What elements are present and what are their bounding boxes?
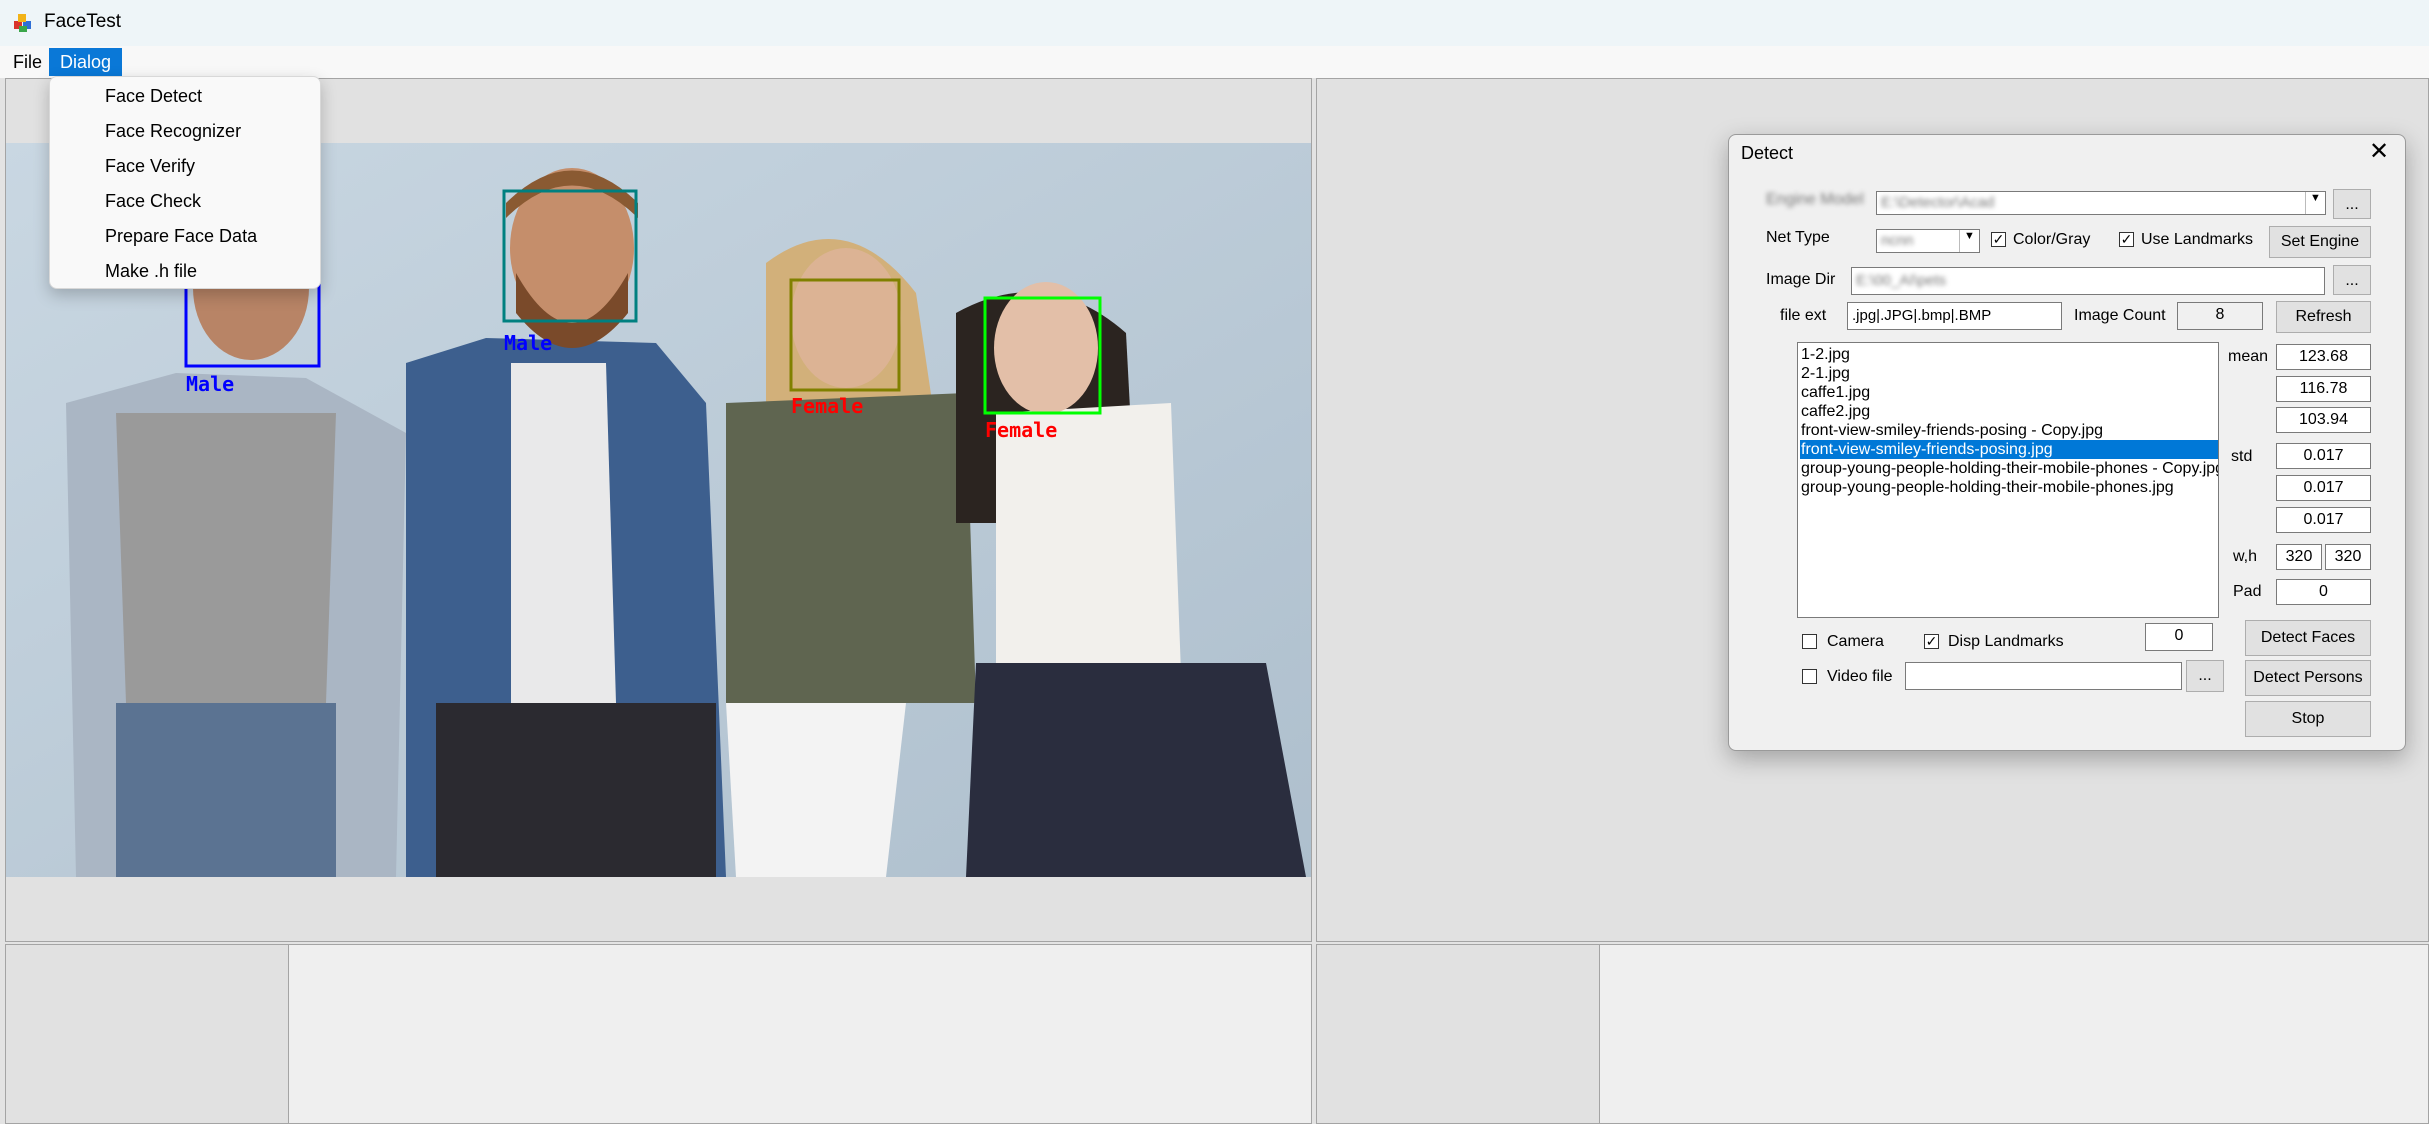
dialog-title: Detect bbox=[1741, 143, 1794, 163]
face-label-2: Male bbox=[504, 331, 552, 355]
engine-model-combo[interactable]: E:\Detector\Acad ▼ bbox=[1876, 191, 2326, 215]
title-bar bbox=[0, 0, 2429, 46]
menu-item-make-h-file[interactable]: Make .h file bbox=[105, 256, 197, 286]
mean-b-field[interactable]: 103.94 bbox=[2276, 407, 2371, 433]
info-pane-right bbox=[1600, 944, 2429, 1124]
list-item[interactable]: 1-2.jpg bbox=[1800, 345, 2218, 364]
file-ext-label: file ext bbox=[1780, 307, 1827, 324]
list-item[interactable]: caffe2.jpg bbox=[1800, 402, 2218, 421]
pad-label: Pad bbox=[2233, 583, 2262, 600]
use-landmarks-label: Use Landmarks bbox=[2141, 231, 2254, 248]
engine-model-value: E:\Detector\Acad bbox=[1881, 194, 1995, 211]
detect-persons-button[interactable]: Detect Persons bbox=[2245, 660, 2371, 696]
disp-landmarks-checkbox[interactable]: ✓ bbox=[1924, 634, 1939, 649]
face-label-3: Female bbox=[791, 394, 863, 418]
face-label-1: Male bbox=[186, 372, 234, 396]
detect-faces-button[interactable]: Detect Faces bbox=[2245, 620, 2371, 656]
image-count-label: Image Count bbox=[2074, 307, 2166, 324]
engine-model-browse-button[interactable]: ... bbox=[2333, 189, 2371, 219]
list-item-selected[interactable]: front-view-smiley-friends-posing.jpg bbox=[1800, 440, 2218, 459]
camera-index-field[interactable]: 0 bbox=[2145, 623, 2213, 651]
video-file-checkbox[interactable] bbox=[1802, 669, 1817, 684]
thumbnail-pane-right[interactable] bbox=[1316, 944, 1600, 1124]
std-g-field[interactable]: 0.017 bbox=[2276, 475, 2371, 501]
net-type-value: ncnn bbox=[1881, 232, 1914, 249]
use-landmarks-checkbox[interactable]: ✓ bbox=[2119, 232, 2134, 247]
pad-field[interactable]: 0 bbox=[2276, 579, 2371, 605]
dialog-menu-dropdown: Face Detect Face Recognizer Face Verify … bbox=[49, 76, 321, 289]
menu-file[interactable]: File bbox=[2, 48, 53, 76]
set-engine-button[interactable]: Set Engine bbox=[2269, 226, 2371, 258]
image-dir-field[interactable]: E:\00_AI\pets bbox=[1851, 267, 2325, 295]
menu-item-prepare-face-data[interactable]: Prepare Face Data bbox=[105, 221, 257, 251]
file-ext-field[interactable]: .jpg|.JPG|.bmp|.BMP bbox=[1847, 302, 2062, 330]
std-label: std bbox=[2231, 448, 2253, 465]
chevron-down-icon[interactable]: ▼ bbox=[1959, 230, 1979, 252]
net-type-label: Net Type bbox=[1766, 229, 1830, 246]
face-label-4: Female bbox=[985, 418, 1057, 442]
list-item[interactable]: caffe1.jpg bbox=[1800, 383, 2218, 402]
net-type-combo[interactable]: ncnn ▼ bbox=[1876, 229, 1980, 253]
menu-dialog[interactable]: Dialog bbox=[49, 48, 123, 76]
stop-button[interactable]: Stop bbox=[2245, 701, 2371, 737]
close-icon[interactable]: ✕ bbox=[2369, 139, 2389, 165]
mean-label: mean bbox=[2228, 348, 2269, 365]
height-field[interactable]: 320 bbox=[2325, 544, 2371, 570]
camera-label: Camera bbox=[1827, 633, 1884, 650]
width-field[interactable]: 320 bbox=[2276, 544, 2322, 570]
menu-item-face-recognizer[interactable]: Face Recognizer bbox=[105, 116, 241, 146]
menu-item-face-check[interactable]: Face Check bbox=[105, 186, 201, 216]
refresh-button[interactable]: Refresh bbox=[2276, 301, 2371, 333]
app-icon bbox=[12, 12, 34, 34]
list-item[interactable]: group-young-people-holding-their-mobile-… bbox=[1800, 459, 2218, 478]
image-dir-label: Image Dir bbox=[1766, 271, 1836, 288]
detect-dialog: Detect ✕ Engine Model E:\Detector\Acad ▼… bbox=[1728, 134, 2406, 751]
info-pane-left bbox=[289, 944, 1312, 1124]
image-dir-browse-button[interactable]: ... bbox=[2333, 265, 2371, 295]
list-item[interactable]: group-young-people-holding-their-mobile-… bbox=[1800, 478, 2218, 497]
color-gray-label: Color/Gray bbox=[2013, 231, 2091, 248]
camera-checkbox[interactable] bbox=[1802, 634, 1817, 649]
video-file-field[interactable] bbox=[1905, 662, 2182, 690]
image-dir-value: E:\00_AI\pets bbox=[1856, 272, 1947, 289]
menu-item-face-detect[interactable]: Face Detect bbox=[105, 81, 202, 111]
std-r-field[interactable]: 0.017 bbox=[2276, 443, 2371, 469]
image-count-value: 8 bbox=[2177, 302, 2263, 330]
list-item[interactable]: front-view-smiley-friends-posing - Copy.… bbox=[1800, 421, 2218, 440]
engine-model-label: Engine Model bbox=[1766, 191, 1864, 208]
video-file-label: Video file bbox=[1827, 668, 1893, 685]
mean-r-field[interactable]: 123.68 bbox=[2276, 344, 2371, 370]
menu-bar bbox=[0, 46, 2429, 78]
menu-item-face-verify[interactable]: Face Verify bbox=[105, 151, 195, 181]
video-file-browse-button[interactable]: ... bbox=[2186, 660, 2224, 692]
mean-g-field[interactable]: 116.78 bbox=[2276, 376, 2371, 402]
list-item[interactable]: 2-1.jpg bbox=[1800, 364, 2218, 383]
std-b-field[interactable]: 0.017 bbox=[2276, 507, 2371, 533]
chevron-down-icon[interactable]: ▼ bbox=[2305, 192, 2325, 214]
color-gray-checkbox[interactable]: ✓ bbox=[1991, 232, 2006, 247]
wh-label: w,h bbox=[2233, 548, 2258, 565]
thumbnail-pane-left[interactable] bbox=[5, 944, 289, 1124]
window-title: FaceTest bbox=[44, 11, 122, 32]
file-list[interactable]: 1-2.jpg 2-1.jpg caffe1.jpg caffe2.jpg fr… bbox=[1797, 342, 2219, 618]
disp-landmarks-label: Disp Landmarks bbox=[1948, 633, 2064, 650]
